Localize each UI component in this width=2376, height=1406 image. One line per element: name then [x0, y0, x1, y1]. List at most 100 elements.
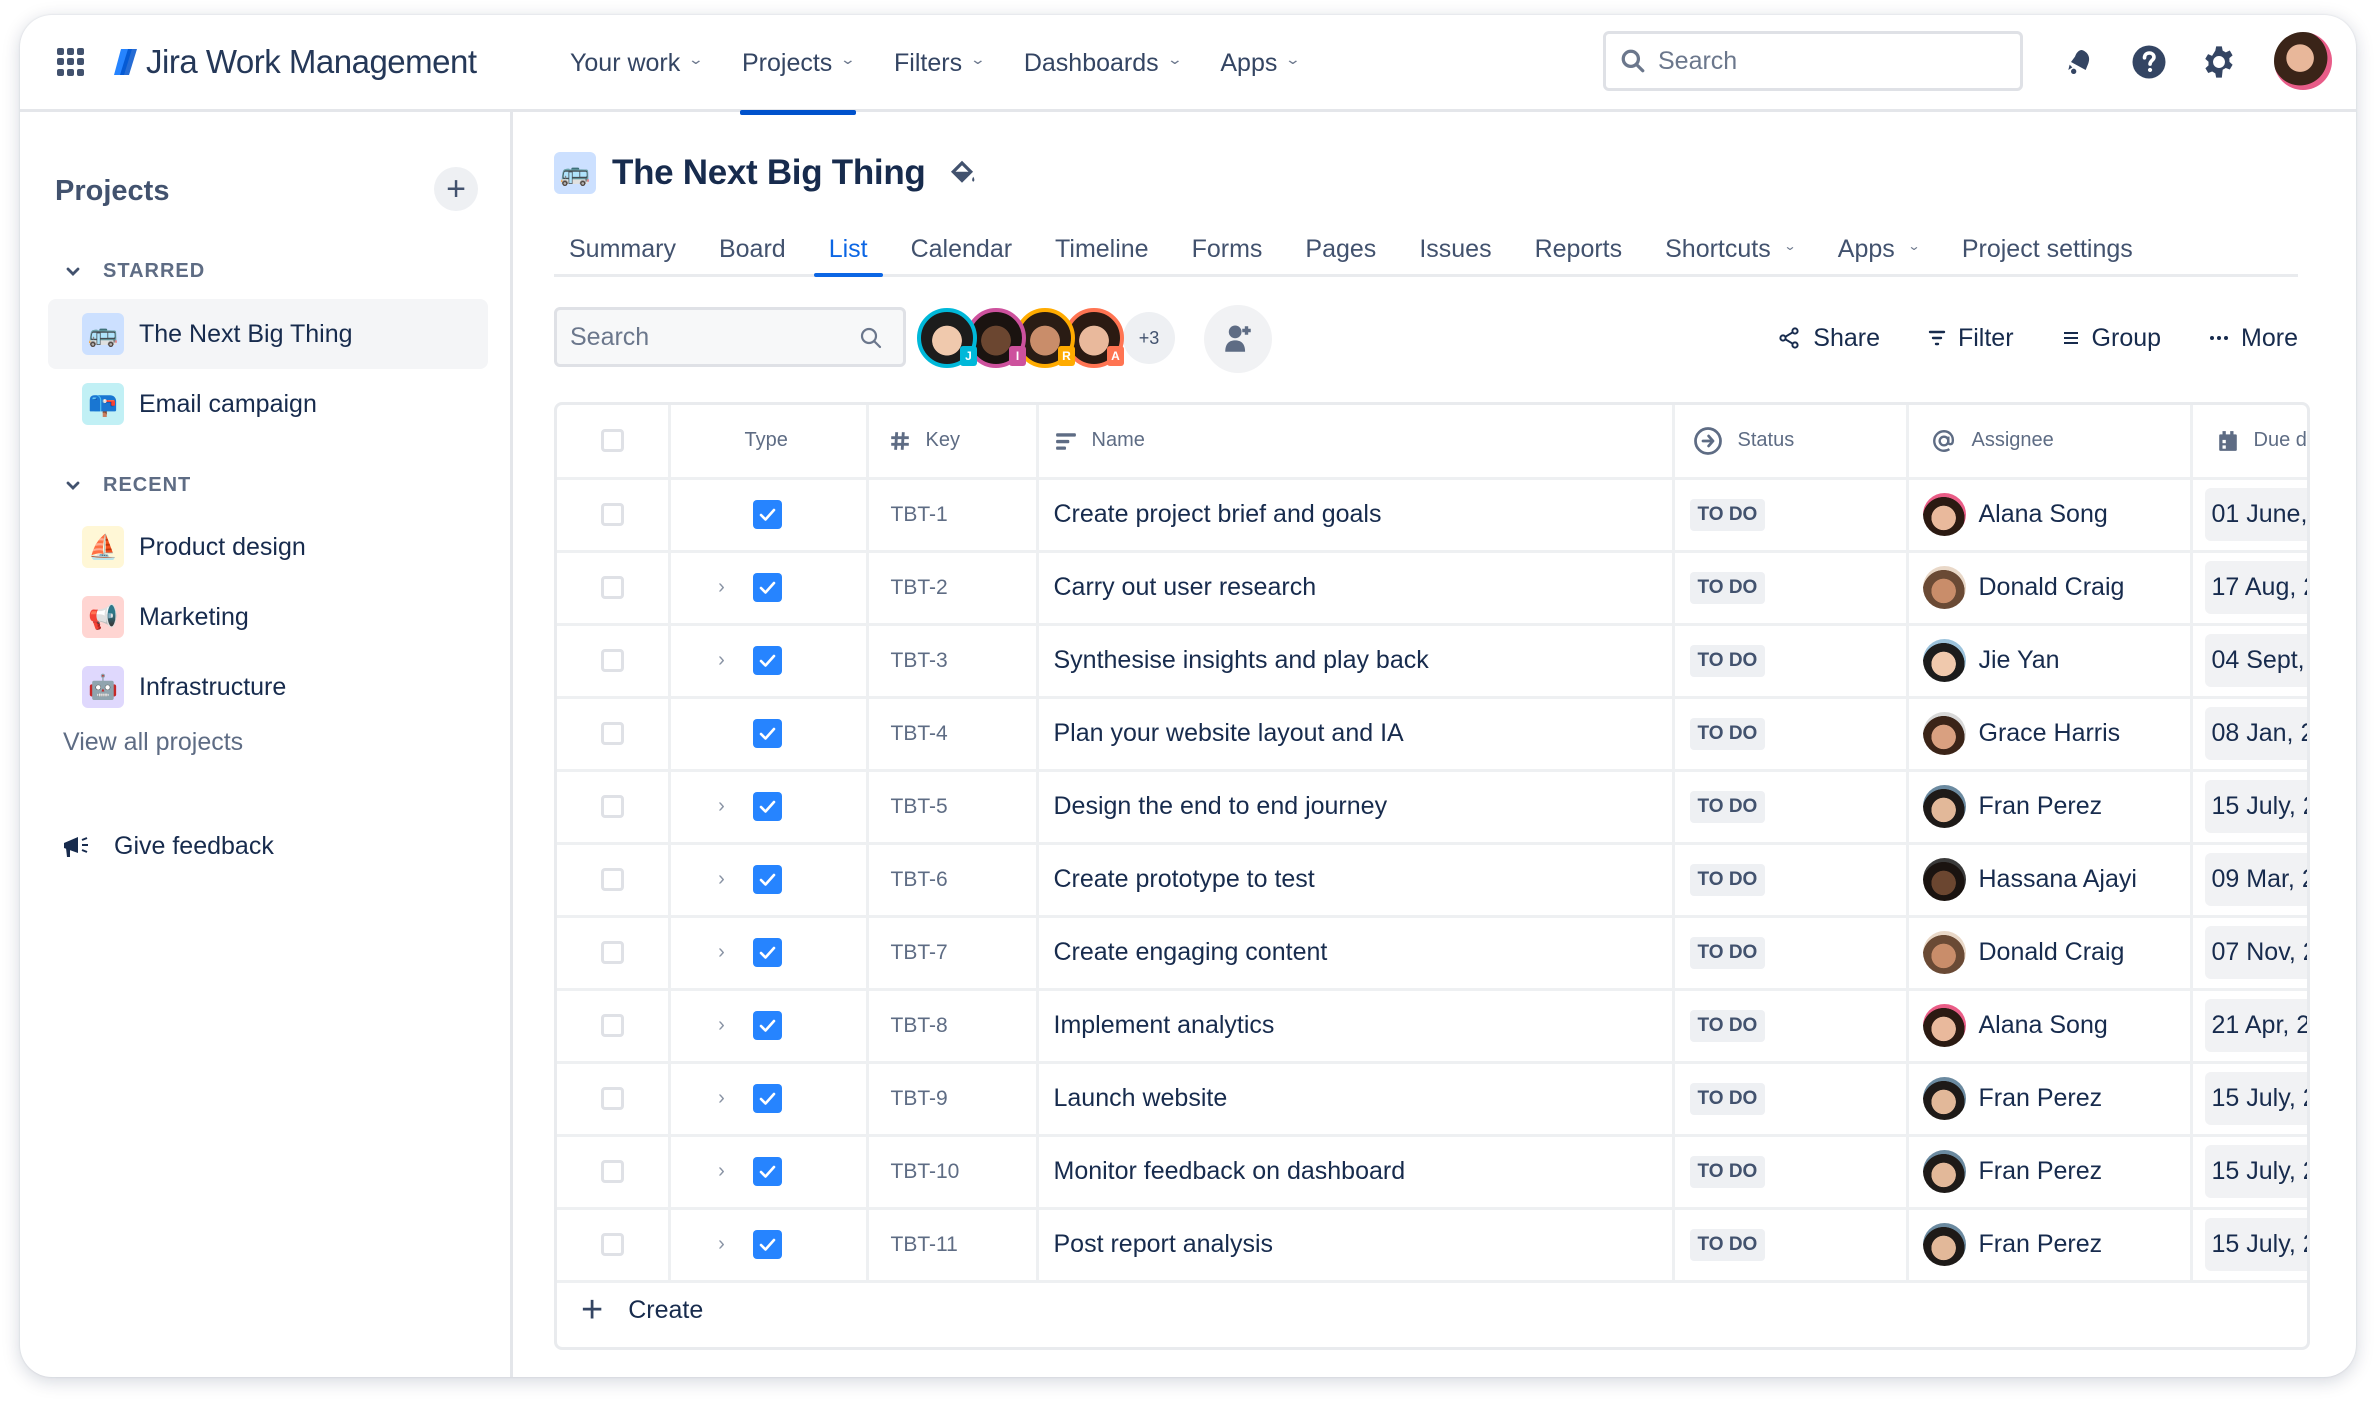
- row-select-checkbox[interactable]: [600, 1233, 624, 1256]
- table-row[interactable]: › TBT-2 Carry out user research TO DO Do…: [557, 551, 2307, 626]
- due-date[interactable]: 15 July, 2: [2204, 780, 2307, 833]
- row-select-checkbox[interactable]: [600, 649, 624, 672]
- issue-key[interactable]: TBT-7: [869, 941, 1035, 965]
- give-feedback-button[interactable]: Give feedback: [62, 832, 274, 861]
- tab-calendar[interactable]: Calendar: [896, 224, 1027, 274]
- app-switcher-icon[interactable]: [57, 48, 85, 76]
- column-header-name[interactable]: Name: [1039, 429, 1671, 452]
- select-all-checkbox[interactable]: [600, 429, 624, 453]
- assignee[interactable]: Hassana Ajayi: [1909, 858, 2189, 901]
- issue-key[interactable]: TBT-11: [869, 1233, 1035, 1257]
- chevron-right-icon[interactable]: ›: [711, 1160, 733, 1183]
- share-button[interactable]: Share: [1777, 324, 1880, 353]
- assignee[interactable]: Grace Harris: [1909, 712, 2189, 755]
- status-badge[interactable]: TO DO: [1689, 1155, 1766, 1188]
- table-row[interactable]: › TBT-4 Plan your website layout and IA …: [557, 697, 2307, 772]
- more-members-button[interactable]: +3: [1123, 312, 1175, 364]
- issue-name[interactable]: Plan your website layout and IA: [1039, 719, 1671, 748]
- add-people-button[interactable]: [1204, 305, 1272, 373]
- due-date[interactable]: 04 Sept, 2: [2204, 634, 2307, 687]
- due-date[interactable]: 15 July, 2: [2204, 1072, 2307, 1125]
- row-select-checkbox[interactable]: [600, 576, 624, 599]
- issue-name[interactable]: Carry out user research: [1039, 573, 1671, 602]
- issue-key[interactable]: TBT-3: [869, 649, 1035, 673]
- table-row[interactable]: › TBT-1 Create project brief and goals T…: [557, 478, 2307, 553]
- tab-issues[interactable]: Issues: [1404, 224, 1506, 274]
- tab-board[interactable]: Board: [704, 224, 801, 274]
- add-project-button[interactable]: +: [434, 167, 478, 211]
- tab-reports[interactable]: Reports: [1520, 224, 1638, 274]
- sidebar-project-product-design[interactable]: ⛵ Product design: [48, 512, 488, 582]
- sidebar-project-infrastructure[interactable]: 🤖 Infrastructure: [48, 652, 488, 722]
- chevron-right-icon[interactable]: ›: [711, 649, 733, 672]
- paint-bucket-icon[interactable]: [947, 158, 977, 188]
- assignee[interactable]: Fran Perez: [1909, 1223, 2189, 1266]
- chevron-right-icon[interactable]: ›: [711, 868, 733, 891]
- nav-item-projects[interactable]: Projects ⌄: [722, 15, 874, 115]
- issue-key[interactable]: TBT-9: [869, 1087, 1035, 1111]
- status-badge[interactable]: TO DO: [1689, 571, 1766, 604]
- nav-item-dashboards[interactable]: Dashboards ⌄: [1004, 15, 1201, 112]
- more-button[interactable]: More: [2209, 324, 2298, 353]
- column-header-assignee[interactable]: Assignee: [1909, 428, 2189, 454]
- issue-key[interactable]: TBT-10: [869, 1160, 1035, 1184]
- column-header-key[interactable]: Key: [869, 429, 1035, 452]
- tab-forms[interactable]: Forms: [1177, 224, 1278, 274]
- sidebar-project-the-next-big-thing[interactable]: 🚌 The Next Big Thing: [48, 299, 488, 369]
- due-date[interactable]: 15 July, 2: [2204, 1218, 2307, 1271]
- tab-pages[interactable]: Pages: [1290, 224, 1391, 274]
- help-icon[interactable]: [2130, 43, 2168, 81]
- create-issue-button[interactable]: + Create: [557, 1273, 2307, 1347]
- chevron-right-icon[interactable]: ›: [711, 1014, 733, 1037]
- table-row[interactable]: › TBT-3 Synthesise insights and play bac…: [557, 624, 2307, 699]
- chevron-right-icon[interactable]: ›: [711, 941, 733, 964]
- table-row[interactable]: › TBT-6 Create prototype to test TO DO H…: [557, 843, 2307, 918]
- issue-name[interactable]: Monitor feedback on dashboard: [1039, 1157, 1671, 1186]
- tab-summary[interactable]: Summary: [554, 224, 691, 274]
- list-search-input[interactable]: [570, 322, 840, 352]
- sidebar-project-marketing[interactable]: 📢 Marketing: [48, 582, 488, 652]
- status-badge[interactable]: TO DO: [1689, 863, 1766, 896]
- issue-key[interactable]: TBT-6: [869, 868, 1035, 892]
- due-date[interactable]: 15 July, 2: [2204, 1145, 2307, 1198]
- product-logo[interactable]: Jira Work Management: [112, 37, 477, 87]
- global-search-input[interactable]: [1658, 46, 1998, 76]
- bell-icon[interactable]: [2060, 43, 2098, 81]
- due-date[interactable]: 07 Nov, 2: [2204, 926, 2307, 979]
- status-badge[interactable]: TO DO: [1689, 717, 1766, 750]
- table-row[interactable]: › TBT-9 Launch website TO DO Fran Perez …: [557, 1062, 2307, 1137]
- table-row[interactable]: › TBT-7 Create engaging content TO DO Do…: [557, 916, 2307, 991]
- recent-section-toggle[interactable]: RECENT: [65, 474, 191, 497]
- status-badge[interactable]: TO DO: [1689, 1228, 1766, 1261]
- assignee[interactable]: Donald Craig: [1909, 931, 2189, 974]
- issue-name[interactable]: Create prototype to test: [1039, 865, 1671, 894]
- chevron-right-icon[interactable]: ›: [711, 1233, 733, 1256]
- list-search[interactable]: [554, 307, 906, 367]
- issue-name[interactable]: Synthesise insights and play back: [1039, 646, 1671, 675]
- row-select-checkbox[interactable]: [600, 941, 624, 964]
- issue-name[interactable]: Create engaging content: [1039, 938, 1671, 967]
- due-date[interactable]: 09 Mar, 2: [2204, 853, 2307, 906]
- assignee[interactable]: Fran Perez: [1909, 785, 2189, 828]
- table-row[interactable]: › TBT-8 Implement analytics TO DO Alana …: [557, 989, 2307, 1064]
- sidebar-project-email-campaign[interactable]: 📪 Email campaign: [48, 369, 488, 439]
- assignee[interactable]: Jie Yan: [1909, 639, 2189, 682]
- tab-apps[interactable]: Apps ⌄: [1823, 224, 1934, 274]
- gear-icon[interactable]: [2200, 43, 2238, 81]
- global-search[interactable]: [1603, 31, 2023, 91]
- issue-name[interactable]: Design the end to end journey: [1039, 792, 1671, 821]
- assignee[interactable]: Fran Perez: [1909, 1077, 2189, 1120]
- assignee[interactable]: Fran Perez: [1909, 1150, 2189, 1193]
- issue-key[interactable]: TBT-1: [869, 503, 1035, 527]
- due-date[interactable]: 08 Jan, 2: [2204, 707, 2307, 760]
- table-row[interactable]: › TBT-11 Post report analysis TO DO Fran…: [557, 1208, 2307, 1283]
- issue-name[interactable]: Implement analytics: [1039, 1011, 1671, 1040]
- chevron-right-icon[interactable]: ›: [711, 576, 733, 599]
- column-header-status[interactable]: Status: [1675, 426, 1905, 456]
- nav-item-your-work[interactable]: Your work ⌄: [550, 15, 722, 112]
- tab-timeline[interactable]: Timeline: [1040, 224, 1164, 274]
- row-select-checkbox[interactable]: [600, 503, 624, 526]
- view-all-projects-link[interactable]: View all projects: [63, 728, 243, 757]
- table-row[interactable]: › TBT-5 Design the end to end journey TO…: [557, 770, 2307, 845]
- issue-name[interactable]: Create project brief and goals: [1039, 500, 1671, 529]
